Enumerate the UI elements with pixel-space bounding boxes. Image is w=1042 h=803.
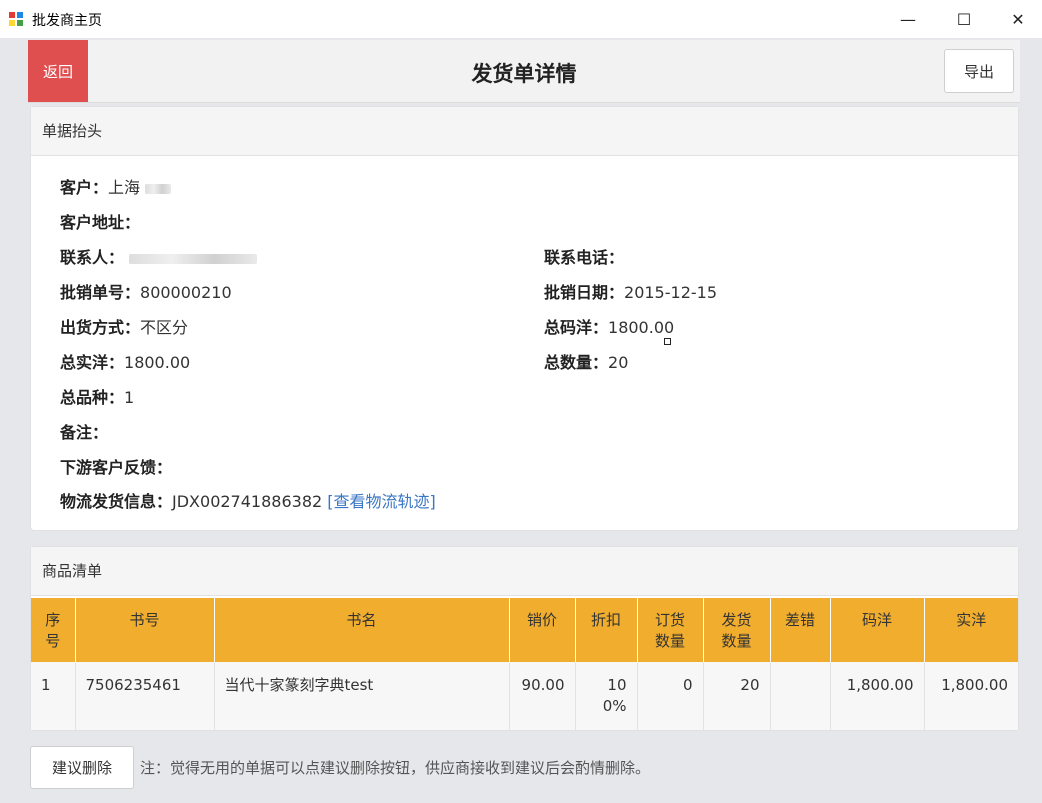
export-button[interactable]: 导出 [944,49,1014,93]
col-order-qty[interactable]: 订货 数量 [637,598,704,662]
customer-value: 上海 [108,178,141,197]
window-titlebar: 批发商主页 — ☐ ✕ [0,0,1042,38]
app-header: 返回 发货单详情 导出 [28,40,1020,103]
total-kinds-field: 总品种：1 [60,384,134,408]
col-ship-qty[interactable]: 发货 数量 [703,598,771,662]
app-icon [9,12,23,26]
total-net-field: 总实洋：1800.00 [60,349,190,373]
logistics-value: JDX002741886382 [172,492,323,511]
total-qty-field: 总数量：20 [544,349,628,373]
cell-order-qty: 0 [637,662,704,730]
address-field: 客户地址： [60,209,140,233]
total-qty-value: 20 [608,353,629,372]
order-no-value: 800000210 [140,283,232,302]
col-price[interactable]: 销价 [509,598,576,662]
maximize-button[interactable]: ☐ [938,0,990,38]
maximize-icon: ☐ [956,9,972,29]
table-row[interactable]: 1 7506235461 当代十家篆刻字典test 90.00 10 0% 0 2… [31,662,1018,730]
remark-field: 备注： [60,419,108,443]
logistics-label: 物流发货信息： [60,492,173,511]
total-qty-label: 总数量： [544,353,609,372]
close-icon: ✕ [1011,9,1025,29]
cell-seq: 1 [31,662,76,730]
col-seq[interactable]: 序号 [31,598,76,662]
ship-method-field: 出货方式：不区分 [60,314,188,338]
minimize-button[interactable]: — [882,0,934,38]
cell-diff [770,662,831,730]
order-no-field: 批销单号：800000210 [60,279,232,303]
close-button[interactable]: ✕ [992,0,1042,38]
resize-handle[interactable] [664,338,671,345]
customer-label: 客户： [60,178,109,197]
delete-note: 注：觉得无用的单据可以点建议删除按钮，供应商接收到建议后会酌情删除。 [140,759,651,777]
phone-label: 联系电话： [544,248,625,267]
col-discount[interactable]: 折扣 [575,598,638,662]
cell-net-amount: 1,800.00 [924,662,1018,730]
address-label: 客户地址： [60,213,141,232]
col-net-amount[interactable]: 实洋 [924,598,1018,662]
suggest-delete-button[interactable]: 建议删除 [30,746,134,789]
goods-table: 序号 书号 书名 销价 折扣 订货 数量 发货 数量 差错 码洋 实洋 1 7506… [31,598,1018,730]
cell-list-amount: 1,800.00 [830,662,925,730]
order-date-field: 批销日期：2015-12-15 [544,279,717,303]
doc-header-panel: 单据抬头 客户：上海 客户地址： 联系人： 联系电话： 批销单号：8000002… [30,106,1019,531]
order-date-value: 2015-12-15 [624,283,717,302]
doc-header-section-title: 单据抬头 [31,107,1018,156]
total-list-value: 1800.00 [608,318,675,337]
contact-label: 联系人： [60,248,125,267]
remark-label: 备注： [60,423,109,442]
col-diff[interactable]: 差错 [770,598,831,662]
order-date-label: 批销日期： [544,283,625,302]
cell-ship-qty: 20 [703,662,771,730]
cell-isbn: 7506235461 [75,662,215,730]
window-title: 批发商主页 [32,13,102,29]
table-header-row: 序号 书号 书名 销价 折扣 订货 数量 发货 数量 差错 码洋 实洋 [31,598,1018,662]
ship-method-label: 出货方式： [60,318,141,337]
customer-field: 客户：上海 [60,174,172,198]
redacted-customer-name [145,183,172,194]
cell-discount: 10 0% [575,662,638,730]
feedback-label: 下游客户反馈： [60,458,173,477]
total-list-field: 总码洋：1800.00 [544,314,674,338]
logistics-field: 物流发货信息：JDX002741886382 [查看物流轨迹] [60,488,436,512]
total-kinds-label: 总品种： [60,388,125,407]
col-list-amount[interactable]: 码洋 [830,598,925,662]
view-logistics-link[interactable]: [查看物流轨迹] [327,492,436,511]
ship-method-value: 不区分 [140,318,189,337]
minimize-icon: — [900,9,916,29]
col-name[interactable]: 书名 [214,598,510,662]
col-isbn[interactable]: 书号 [75,598,215,662]
page-title: 发货单详情 [471,62,577,86]
total-net-value: 1800.00 [124,353,191,372]
cell-name: 当代十家篆刻字典test [214,662,510,730]
cell-price: 90.00 [509,662,576,730]
phone-field: 联系电话： [544,244,624,268]
feedback-field: 下游客户反馈： [60,454,172,478]
contact-field: 联系人： [60,244,258,268]
total-kinds-value: 1 [124,388,135,407]
goods-section-title: 商品清单 [31,547,1018,596]
total-net-label: 总实洋： [60,353,125,372]
order-no-label: 批销单号： [60,283,141,302]
goods-panel: 商品清单 序号 书号 书名 销价 折扣 订货 数量 发货 数量 差错 码洋 实洋 1 [30,546,1019,731]
redacted-contact-name [129,253,258,264]
total-list-label: 总码洋： [544,318,609,337]
